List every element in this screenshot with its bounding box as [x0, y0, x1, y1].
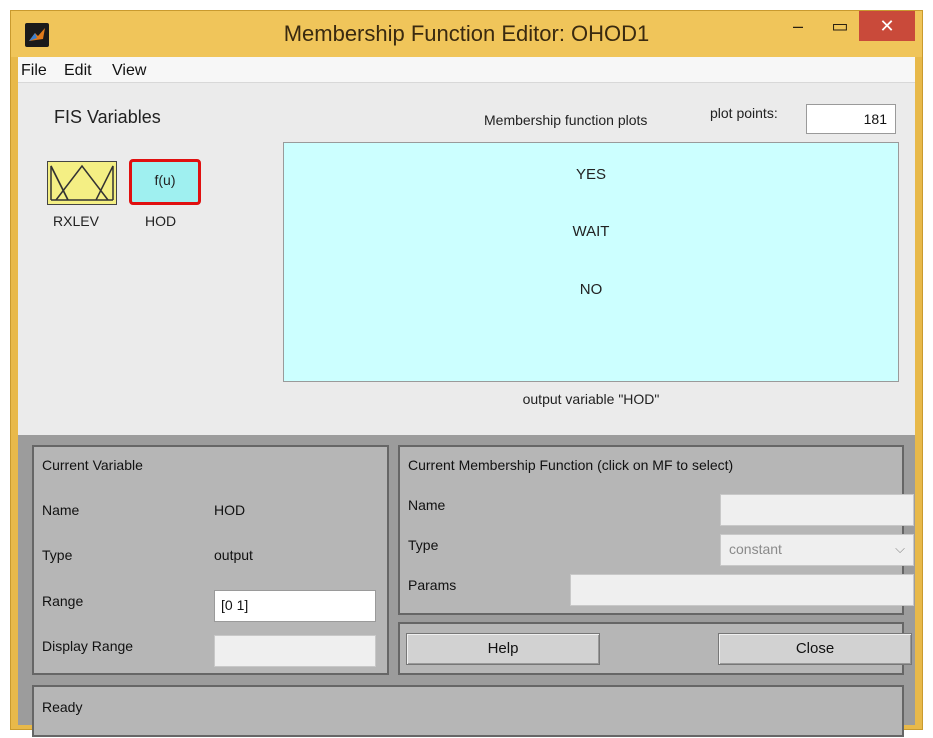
rxlev-variable-box[interactable] [47, 161, 117, 205]
hod-variable-label: HOD [145, 213, 177, 229]
rxlev-variable-label: RXLEV [53, 213, 99, 229]
menu-edit[interactable]: Edit [64, 62, 92, 80]
hod-variable-box[interactable]: f(u) [129, 159, 201, 205]
plot-points-label: plot points: [710, 105, 778, 121]
chevron-down-icon: ⌵ [895, 541, 905, 556]
help-button[interactable]: Help [406, 633, 600, 665]
maximize-button[interactable]: ▭ [823, 11, 857, 41]
output-function-symbol: f(u) [154, 172, 176, 188]
status-bar: Ready [32, 685, 904, 737]
cv-name-label: Name [42, 502, 80, 518]
triangular-mf-icon [50, 164, 114, 201]
current-mf-title: Current Membership Function (click on MF… [408, 457, 734, 473]
properties-area: Current Variable Name HOD Type output Ra… [18, 435, 915, 737]
mf-plots-label: Membership function plots [484, 112, 648, 128]
mf-type-value: constant [729, 541, 782, 557]
mf-plot-area[interactable]: YES WAIT NO [283, 142, 899, 382]
minimize-button[interactable]: – [781, 11, 815, 41]
cv-range-label: Range [42, 593, 84, 609]
menu-file[interactable]: File [21, 62, 47, 80]
range-input[interactable]: [0 1] [214, 590, 376, 622]
status-text: Ready [42, 699, 83, 715]
plot-points-input[interactable]: 181 [806, 104, 896, 134]
client-area: File Edit View FIS Variables RXLEV f(u) … [18, 57, 915, 737]
display-range-field [214, 635, 376, 667]
current-mf-panel: Current Membership Function (click on MF… [398, 445, 914, 615]
mf-type-label: Type [408, 537, 439, 553]
mf-no-label[interactable]: NO [284, 281, 898, 298]
current-variable-panel: Current Variable Name HOD Type output Ra… [32, 445, 389, 675]
plot-caption: output variable "HOD" [522, 391, 660, 407]
cv-type-value: output [214, 547, 253, 563]
cv-display-range-label: Display Range [42, 638, 134, 654]
menu-view[interactable]: View [112, 62, 146, 80]
action-buttons-panel: Help Close [398, 622, 912, 675]
mf-name-label: Name [408, 497, 446, 513]
cv-name-value: HOD [214, 502, 246, 518]
fis-variables-heading: FIS Variables [54, 107, 161, 127]
mf-editor-window: Membership Function Editor: OHOD1 – ▭ ✕ … [10, 10, 923, 737]
window-close-button[interactable]: ✕ [859, 11, 915, 41]
mf-yes-label[interactable]: YES [284, 166, 898, 183]
title-bar[interactable]: Membership Function Editor: OHOD1 – ▭ ✕ [11, 11, 922, 57]
mf-name-field [720, 494, 914, 526]
close-button[interactable]: Close [718, 633, 912, 665]
mf-type-select: constant ⌵ [720, 534, 914, 566]
cv-type-label: Type [42, 547, 73, 563]
mf-params-field [570, 574, 914, 606]
menu-bar: File Edit View [18, 57, 915, 83]
fis-overview-area: FIS Variables RXLEV f(u) HOD Membership … [18, 83, 915, 443]
mf-params-label: Params [408, 577, 457, 593]
current-variable-title: Current Variable [42, 457, 143, 473]
mf-wait-label[interactable]: WAIT [284, 223, 898, 240]
